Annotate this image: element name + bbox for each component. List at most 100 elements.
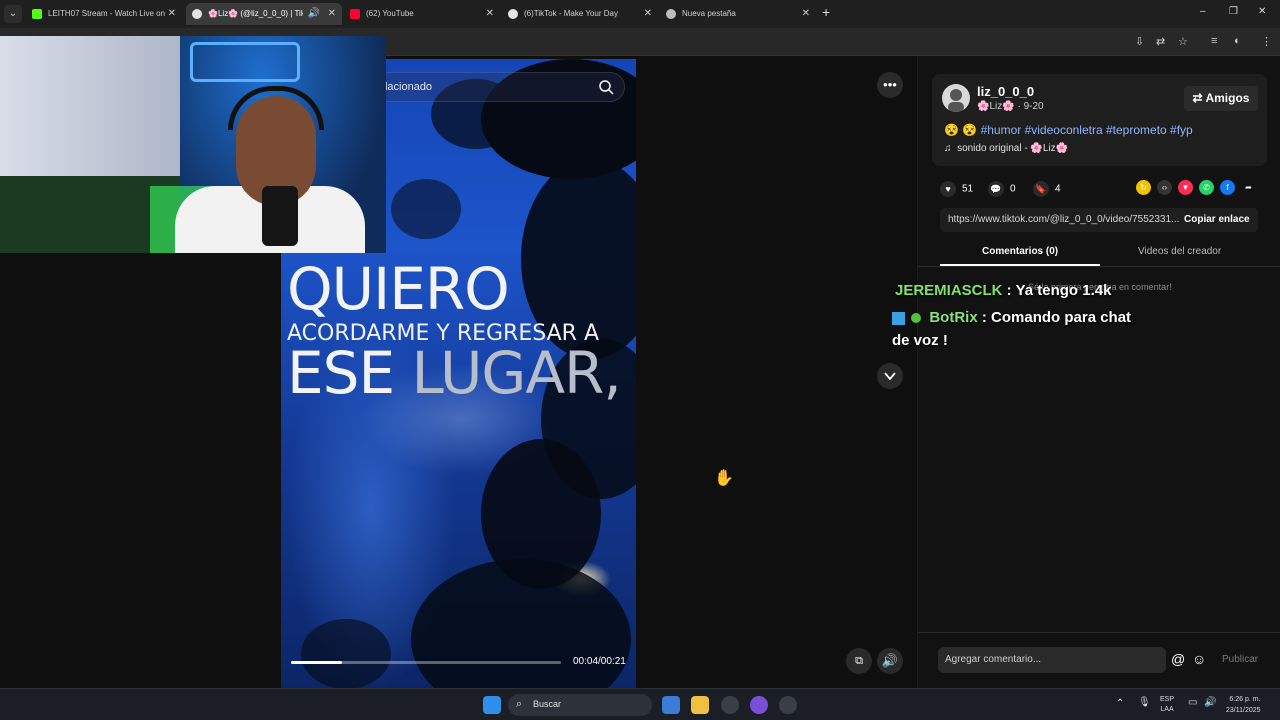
music-note-icon: ♫ [944, 143, 952, 154]
chat-message: JEREMIASCLK : Ya tengo 1.4k [895, 282, 1111, 299]
sound-link[interactable]: ♫ sonido original - 🌸Liz🌸 [944, 143, 1068, 154]
tree-silhouette [411, 559, 631, 688]
embed-code-icon[interactable]: ‹› [1157, 180, 1172, 195]
video-progress-fill [291, 661, 343, 664]
store-icon[interactable] [662, 696, 680, 714]
divider [918, 266, 1280, 267]
video-url: https://www.tiktok.com/@liz_0_0_0/video/… [948, 214, 1180, 225]
kick-favicon-icon [32, 9, 42, 19]
install-app-icon[interactable]: ⇩ [1135, 35, 1144, 48]
tab-creator-videos[interactable]: Videos del creador [1138, 246, 1221, 257]
lang-layout: LAA [1160, 706, 1174, 713]
next-video-button[interactable] [877, 363, 903, 389]
close-tab-icon[interactable]: ✕ [168, 3, 176, 25]
chevron-up-icon[interactable]: ⌃ [1116, 698, 1124, 709]
video-details-panel: liz_0_0_0 🌸Liz🌸 · 9-20 ⇄ Amigos 😵 😵 #hum… [917, 56, 1280, 688]
tab-new-tab[interactable]: Nueva pestaña ✕ [660, 3, 816, 25]
related-search-bar[interactable]: o relacionado [355, 72, 625, 102]
lyric-line-1: QUIERO [287, 255, 510, 323]
input-language[interactable]: ESP LAA [1160, 695, 1174, 715]
bot-badge-icon [892, 311, 905, 325]
twitch-icon[interactable] [750, 696, 768, 714]
hashtag-link[interactable]: #videoconletra [1025, 123, 1103, 137]
translate-icon[interactable]: ⇄ [1156, 35, 1165, 48]
friends-button[interactable]: ⇄ Amigos [1184, 86, 1258, 111]
youtube-favicon-icon [350, 9, 360, 19]
tiktok-favicon-icon [192, 9, 202, 19]
repost-icon[interactable]: ↻ [1136, 180, 1151, 195]
restore-icon[interactable]: ❐ [1229, 6, 1238, 17]
tab-tiktok-liz[interactable]: 🌸Liz🌸 (@liz_0_0_0) | TikTok 🔊 ✕ [186, 3, 342, 25]
like-button[interactable]: ♥ 51 [940, 181, 973, 197]
volume-icon[interactable]: 🔊 [1204, 697, 1216, 708]
chrome-favicon-icon [666, 9, 676, 19]
save-button[interactable]: 🔖 4 [1033, 181, 1061, 197]
streamer-webcam [0, 36, 386, 253]
chat-username: JEREMIASCLK [895, 282, 1003, 299]
tab-tiktok-home[interactable]: (6)TikTok - Make Your Day ✕ [502, 3, 658, 25]
chrome-icon[interactable] [721, 696, 739, 714]
lyric-line-3: ESE LUGAR, [287, 343, 622, 403]
windows-start-icon[interactable] [483, 696, 501, 714]
clock-date: 23/11/2025 [1226, 707, 1261, 714]
tab-label: (6)TikTok - Make Your Day [524, 9, 618, 18]
close-window-icon[interactable]: ✕ [1258, 6, 1266, 17]
chrome-menu-icon[interactable]: ⋮ [1261, 35, 1272, 48]
caption-emojis: 😵 😵 [944, 123, 981, 137]
comment-count: 0 [1010, 183, 1016, 195]
creator-nickname-date: 🌸Liz🌸 · 9-20 [977, 101, 1044, 112]
minimize-icon[interactable]: – [1200, 6, 1206, 17]
microphone-icon[interactable]: 🎙 [1138, 697, 1151, 708]
mention-icon[interactable]: @ [1171, 651, 1185, 667]
speaker-icon[interactable]: 🔊 [308, 3, 320, 25]
profile-icon[interactable]: ◐ [1234, 35, 1241, 47]
lyric-word: LUGAR, [411, 339, 622, 407]
taskbar-search-label: Buscar [533, 699, 562, 709]
close-tab-icon[interactable]: ✕ [486, 3, 494, 25]
app-icon[interactable] [779, 696, 797, 714]
video-progress-bar[interactable] [291, 661, 561, 664]
clock[interactable]: 6:26 p. m. 23/11/2025 [1226, 694, 1261, 716]
comment-input[interactable]: Agregar comentario... [938, 647, 1166, 673]
network-icon[interactable]: ▭ [1188, 697, 1197, 708]
tiktok-favicon-icon [508, 9, 518, 19]
close-tab-icon[interactable]: ✕ [802, 3, 810, 25]
chat-username: BotRix [929, 309, 978, 326]
hashtag-link[interactable]: #teprometo [1106, 123, 1167, 137]
hashtag-link[interactable]: #humor [981, 123, 1022, 137]
facebook-icon[interactable]: f [1220, 180, 1235, 195]
whatsapp-icon[interactable]: ✆ [1199, 180, 1214, 195]
volume-button[interactable]: 🔊 [877, 648, 903, 674]
publish-button[interactable]: Publicar [1222, 654, 1258, 665]
tab-search-menu-button[interactable]: ⌄ [4, 5, 22, 23]
hashtag-link[interactable]: #fyp [1170, 123, 1193, 137]
bookmark-icon: 🔖 [1033, 181, 1049, 197]
hand-cursor-icon: ✋ [714, 470, 734, 487]
video-time: 00:04/00:21 [573, 656, 626, 667]
copy-link-button[interactable]: Copiar enlace [1184, 214, 1250, 225]
new-tab-button[interactable]: + [822, 4, 830, 20]
send-to-friends-icon[interactable]: ▼ [1178, 180, 1193, 195]
tab-comments[interactable]: Comentarios (0) [982, 246, 1058, 257]
chat-message-continued: de voz ! [892, 332, 948, 349]
media-control-icon[interactable]: ≡ [1211, 35, 1217, 47]
taskbar-search[interactable]: ⌕ Buscar [508, 694, 652, 716]
comment-button[interactable]: 💬 0 [988, 181, 1016, 197]
creator-username[interactable]: liz_0_0_0 [977, 84, 1034, 99]
file-explorer-icon[interactable] [691, 696, 709, 714]
floating-player-button[interactable]: ⧉ [846, 648, 872, 674]
emoji-icon[interactable]: ☺ [1192, 651, 1206, 667]
share-arrow-icon[interactable]: ➦ [1241, 180, 1256, 195]
comment-icon: 💬 [988, 181, 1004, 197]
tab-kick-stream[interactable]: LEITH07 Stream - Watch Live on ✕ [26, 3, 182, 25]
tab-label: Nueva pestaña [682, 9, 736, 18]
search-icon[interactable] [598, 79, 614, 100]
tree-silhouette [391, 179, 461, 239]
tab-label: (62) YouTube [366, 9, 414, 18]
more-options-button[interactable]: ••• [877, 72, 903, 98]
close-tab-icon[interactable]: ✕ [644, 3, 652, 25]
tab-youtube[interactable]: (62) YouTube ✕ [344, 3, 500, 25]
avatar[interactable] [942, 84, 970, 112]
close-tab-icon[interactable]: ✕ [328, 3, 336, 25]
bookmark-star-icon[interactable]: ☆ [1178, 35, 1188, 48]
